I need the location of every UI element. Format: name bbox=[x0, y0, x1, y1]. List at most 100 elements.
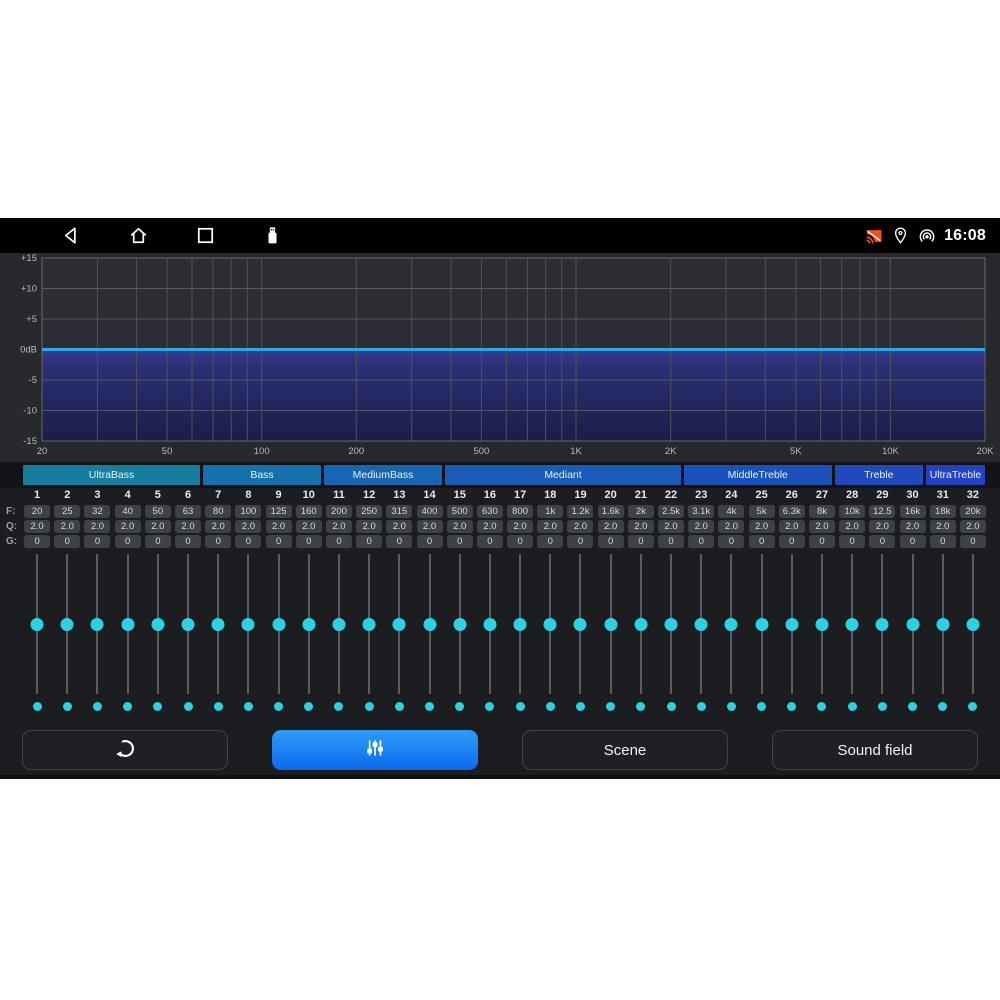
freq-value[interactable]: 20k bbox=[960, 505, 986, 518]
home-icon[interactable] bbox=[127, 224, 150, 247]
gain-slider[interactable] bbox=[181, 554, 195, 694]
slider-thumb[interactable] bbox=[725, 618, 738, 631]
freq-value[interactable]: 500 bbox=[447, 505, 473, 518]
freq-value[interactable]: 50 bbox=[145, 505, 171, 518]
gain-value[interactable]: 0 bbox=[930, 535, 956, 548]
gain-value[interactable]: 0 bbox=[477, 535, 503, 548]
freq-value[interactable]: 6.3k bbox=[779, 505, 805, 518]
gain-slider[interactable] bbox=[332, 554, 346, 694]
gain-slider[interactable] bbox=[513, 554, 527, 694]
gain-slider[interactable] bbox=[815, 554, 829, 694]
slider-thumb[interactable] bbox=[61, 618, 74, 631]
gain-slider[interactable] bbox=[604, 554, 618, 694]
slider-thumb[interactable] bbox=[785, 618, 798, 631]
slider-thumb[interactable] bbox=[31, 618, 44, 631]
freq-value[interactable]: 315 bbox=[386, 505, 412, 518]
gain-slider[interactable] bbox=[906, 554, 920, 694]
gain-value[interactable]: 0 bbox=[417, 535, 443, 548]
freq-value[interactable]: 10k bbox=[839, 505, 865, 518]
gain-slider[interactable] bbox=[573, 554, 587, 694]
gain-value[interactable]: 0 bbox=[175, 535, 201, 548]
gain-slider[interactable] bbox=[90, 554, 104, 694]
q-value[interactable]: 2.0 bbox=[54, 520, 80, 533]
slider-thumb[interactable] bbox=[574, 618, 587, 631]
q-value[interactable]: 2.0 bbox=[628, 520, 654, 533]
gain-value[interactable]: 0 bbox=[960, 535, 986, 548]
slider-thumb[interactable] bbox=[393, 618, 406, 631]
q-value[interactable]: 2.0 bbox=[598, 520, 624, 533]
slider-thumb[interactable] bbox=[332, 618, 345, 631]
q-value[interactable]: 2.0 bbox=[356, 520, 382, 533]
freq-value[interactable]: 8k bbox=[809, 505, 835, 518]
gain-value[interactable]: 0 bbox=[356, 535, 382, 548]
freq-value[interactable]: 125 bbox=[266, 505, 292, 518]
slider-thumb[interactable] bbox=[665, 618, 678, 631]
gain-slider[interactable] bbox=[694, 554, 708, 694]
freq-value[interactable]: 20 bbox=[24, 505, 50, 518]
gain-slider[interactable] bbox=[362, 554, 376, 694]
gain-value[interactable]: 0 bbox=[145, 535, 171, 548]
freq-value[interactable]: 200 bbox=[326, 505, 352, 518]
gain-slider[interactable] bbox=[543, 554, 557, 694]
slider-thumb[interactable] bbox=[876, 618, 889, 631]
q-value[interactable]: 2.0 bbox=[567, 520, 593, 533]
gain-value[interactable]: 0 bbox=[447, 535, 473, 548]
freq-value[interactable]: 5k bbox=[749, 505, 775, 518]
gain-value[interactable]: 0 bbox=[54, 535, 80, 548]
freq-value[interactable]: 12.5 bbox=[869, 505, 895, 518]
slider-thumb[interactable] bbox=[966, 618, 979, 631]
q-value[interactable]: 2.0 bbox=[296, 520, 322, 533]
gain-slider[interactable] bbox=[211, 554, 225, 694]
slider-thumb[interactable] bbox=[483, 618, 496, 631]
freq-value[interactable]: 25 bbox=[54, 505, 80, 518]
slider-thumb[interactable] bbox=[755, 618, 768, 631]
sound-field-button[interactable]: Sound field bbox=[772, 730, 978, 770]
gain-slider[interactable] bbox=[302, 554, 316, 694]
slider-thumb[interactable] bbox=[182, 618, 195, 631]
gain-slider[interactable] bbox=[423, 554, 437, 694]
q-value[interactable]: 2.0 bbox=[688, 520, 714, 533]
freq-value[interactable]: 18k bbox=[930, 505, 956, 518]
gain-value[interactable]: 0 bbox=[266, 535, 292, 548]
slider-thumb[interactable] bbox=[212, 618, 225, 631]
q-value[interactable]: 2.0 bbox=[809, 520, 835, 533]
back-icon[interactable] bbox=[60, 224, 83, 247]
gain-value[interactable]: 0 bbox=[205, 535, 231, 548]
q-value[interactable]: 2.0 bbox=[175, 520, 201, 533]
gain-slider[interactable] bbox=[121, 554, 135, 694]
gain-slider[interactable] bbox=[241, 554, 255, 694]
gain-value[interactable]: 0 bbox=[900, 535, 926, 548]
q-value[interactable]: 2.0 bbox=[266, 520, 292, 533]
q-value[interactable]: 2.0 bbox=[749, 520, 775, 533]
equalizer-button[interactable] bbox=[272, 730, 478, 770]
gain-slider[interactable] bbox=[845, 554, 859, 694]
freq-value[interactable]: 400 bbox=[417, 505, 443, 518]
gain-value[interactable]: 0 bbox=[839, 535, 865, 548]
freq-value[interactable]: 3.1k bbox=[688, 505, 714, 518]
gain-slider[interactable] bbox=[966, 554, 980, 694]
freq-value[interactable]: 630 bbox=[477, 505, 503, 518]
gain-slider[interactable] bbox=[392, 554, 406, 694]
freq-value[interactable]: 2.5k bbox=[658, 505, 684, 518]
freq-value[interactable]: 32 bbox=[84, 505, 110, 518]
gain-value[interactable]: 0 bbox=[326, 535, 352, 548]
q-value[interactable]: 2.0 bbox=[84, 520, 110, 533]
slider-thumb[interactable] bbox=[302, 618, 315, 631]
freq-value[interactable]: 1k bbox=[537, 505, 563, 518]
reset-button[interactable] bbox=[22, 730, 228, 770]
gain-slider[interactable] bbox=[755, 554, 769, 694]
scene-button[interactable]: Scene bbox=[522, 730, 728, 770]
slider-thumb[interactable] bbox=[91, 618, 104, 631]
gain-value[interactable]: 0 bbox=[598, 535, 624, 548]
slider-thumb[interactable] bbox=[363, 618, 376, 631]
gain-value[interactable]: 0 bbox=[386, 535, 412, 548]
slider-thumb[interactable] bbox=[846, 618, 859, 631]
slider-thumb[interactable] bbox=[151, 618, 164, 631]
q-value[interactable]: 2.0 bbox=[869, 520, 895, 533]
slider-thumb[interactable] bbox=[604, 618, 617, 631]
gain-value[interactable]: 0 bbox=[507, 535, 533, 548]
slider-thumb[interactable] bbox=[423, 618, 436, 631]
slider-thumb[interactable] bbox=[815, 618, 828, 631]
slider-thumb[interactable] bbox=[272, 618, 285, 631]
freq-value[interactable]: 160 bbox=[296, 505, 322, 518]
